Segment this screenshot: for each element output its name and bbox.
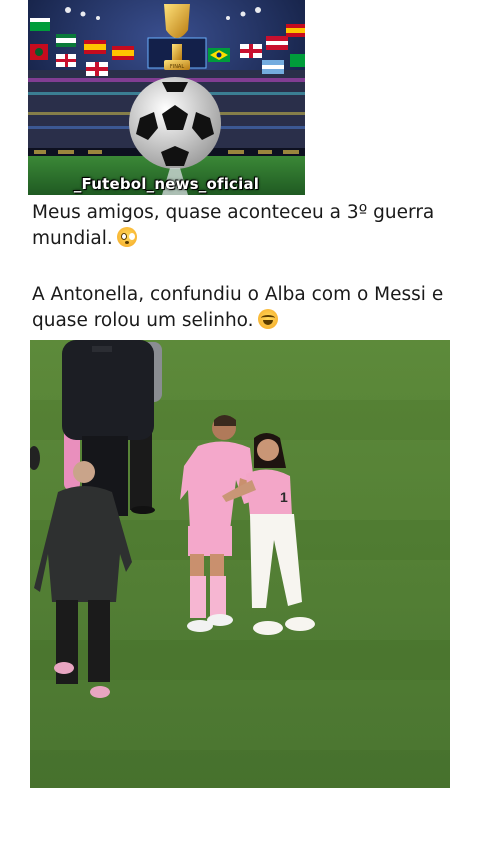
banner-watermark-text: _Futebol_news_oficial [73,175,260,193]
jersey-number: 1 [280,489,288,505]
post-text-1: Meus amigos, quase aconteceu a 3º guerra… [32,202,435,249]
post-text-2: A Antonella, confundiu o Alba com o Mess… [32,284,444,331]
trophy-label: FINAL [170,64,185,70]
profile-banner-image: FINAL _Futebol_news_oficial [28,0,305,195]
post-photo[interactable]: 1 [30,340,450,788]
tears-of-joy-icon [257,309,278,329]
stadium-trophy-illustration: FINAL [28,0,305,195]
post-text-line-2: A Antonella, confundiu o Alba com o Mess… [32,282,452,334]
post-text-line-1: Meus amigos, quase aconteceu a 3º guerra… [32,200,452,252]
pitch-scene-illustration: 1 [30,340,450,788]
flushed-face-icon [116,227,137,247]
